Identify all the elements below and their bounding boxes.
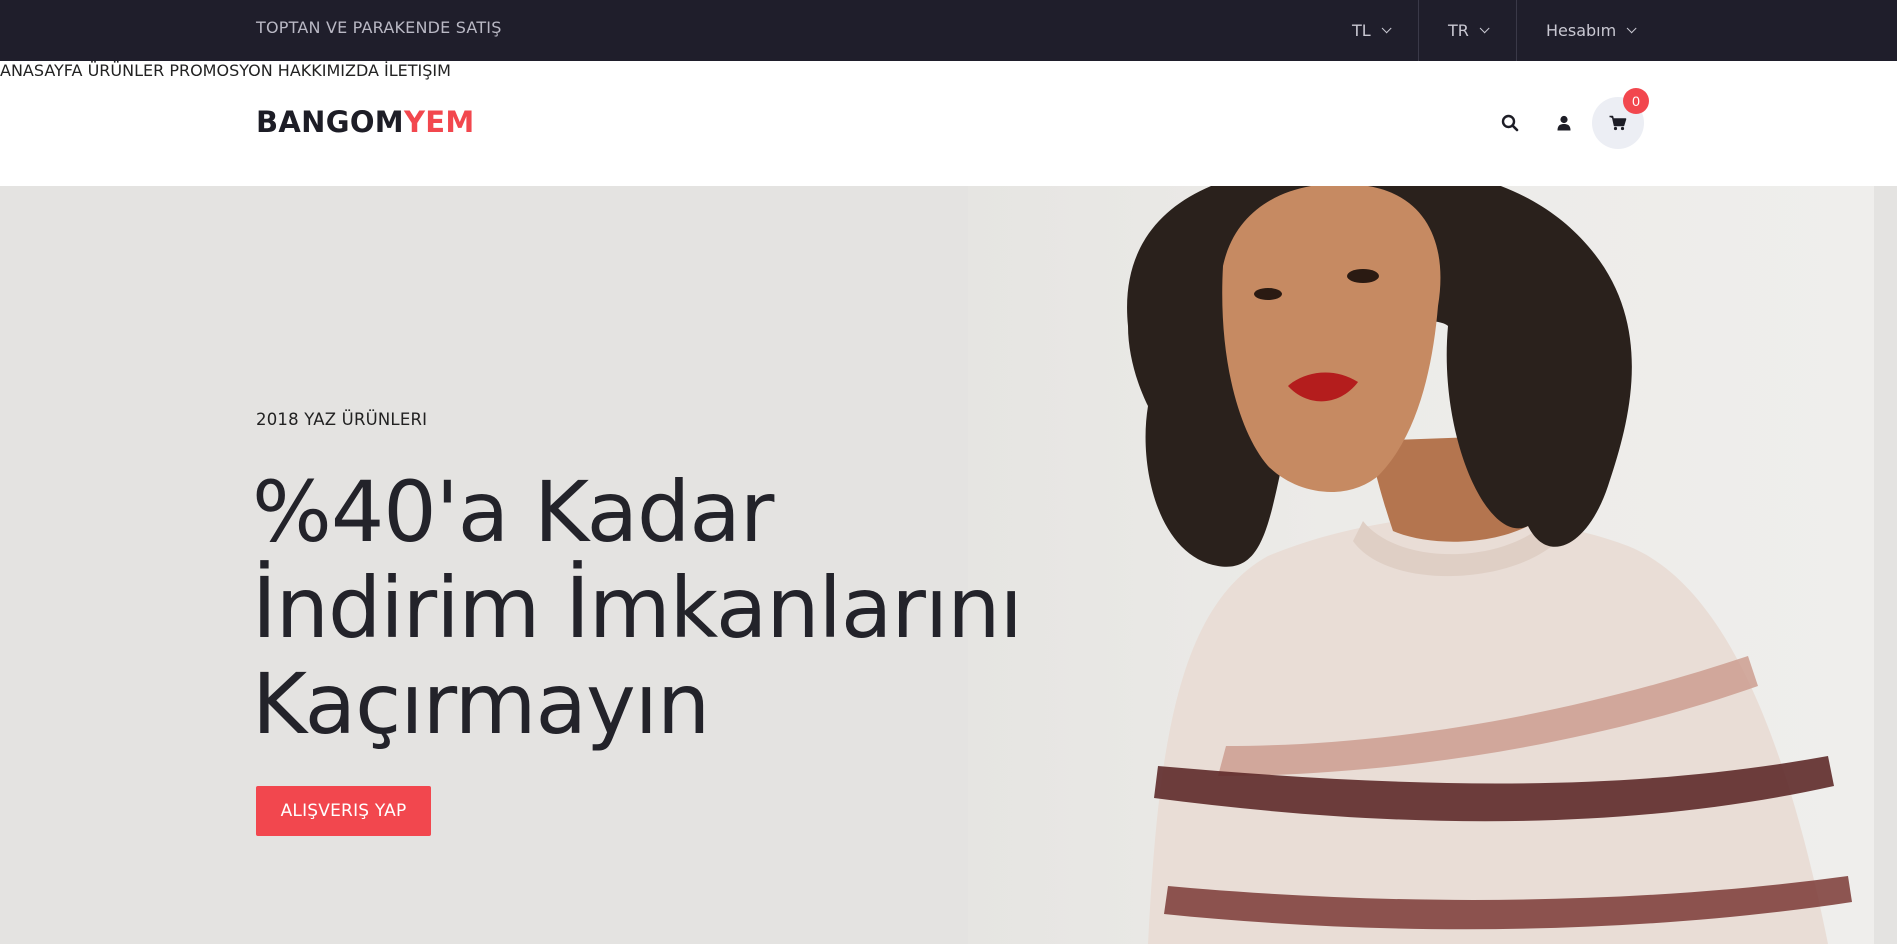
hero-headline-line: %40'a Kadar xyxy=(252,463,774,561)
divider xyxy=(1418,0,1419,61)
hero-eyebrow: 2018 YAZ ÜRÜNLERI xyxy=(256,410,428,429)
hero-headline-line: İndirim İmkanlarını xyxy=(252,559,1023,657)
chevron-down-icon xyxy=(1381,23,1392,34)
logo-text-accent: YEM xyxy=(403,105,475,139)
account-dropdown[interactable]: Hesabım xyxy=(1546,0,1637,61)
main-header: BANGOMYEM ANASAYFA ÜRÜNLER PROMOSYON HAK… xyxy=(0,61,1897,186)
hero-headline: %40'a Kadar İndirim İmkanlarını Kaçırmay… xyxy=(252,464,1132,752)
cart-icon xyxy=(1609,115,1627,131)
chevron-down-icon xyxy=(1626,23,1637,34)
search-icon[interactable] xyxy=(1498,111,1522,135)
currency-dropdown[interactable]: TL xyxy=(1352,0,1392,61)
language-dropdown[interactable]: TR xyxy=(1448,0,1490,61)
user-icon[interactable] xyxy=(1552,111,1576,135)
cart-count-badge: 0 xyxy=(1623,88,1649,114)
account-label: Hesabım xyxy=(1546,21,1617,40)
hero-banner: 2018 YAZ ÜRÜNLERI %40'a Kadar İndirim İm… xyxy=(0,186,1897,944)
currency-value: TL xyxy=(1352,21,1371,40)
language-value: TR xyxy=(1448,21,1469,40)
nav-item-urunler[interactable]: ÜRÜNLER xyxy=(88,61,165,80)
chevron-down-icon xyxy=(1479,23,1490,34)
shop-now-button[interactable]: ALIŞVERIŞ YAP xyxy=(256,786,431,836)
hero-headline-line: Kaçırmayın xyxy=(252,655,710,753)
divider xyxy=(1516,0,1517,61)
logo-text-primary: BANGOM xyxy=(256,105,404,139)
nav-item-anasayfa[interactable]: ANASAYFA xyxy=(0,61,82,80)
logo[interactable]: BANGOMYEM xyxy=(256,61,475,184)
top-bar: TOPTAN VE PARAKENDE SATIŞ TL TR Hesabım xyxy=(0,0,1897,61)
cart-button[interactable]: 0 xyxy=(1592,88,1649,149)
top-bar-slogan: TOPTAN VE PARAKENDE SATIŞ xyxy=(256,18,502,37)
